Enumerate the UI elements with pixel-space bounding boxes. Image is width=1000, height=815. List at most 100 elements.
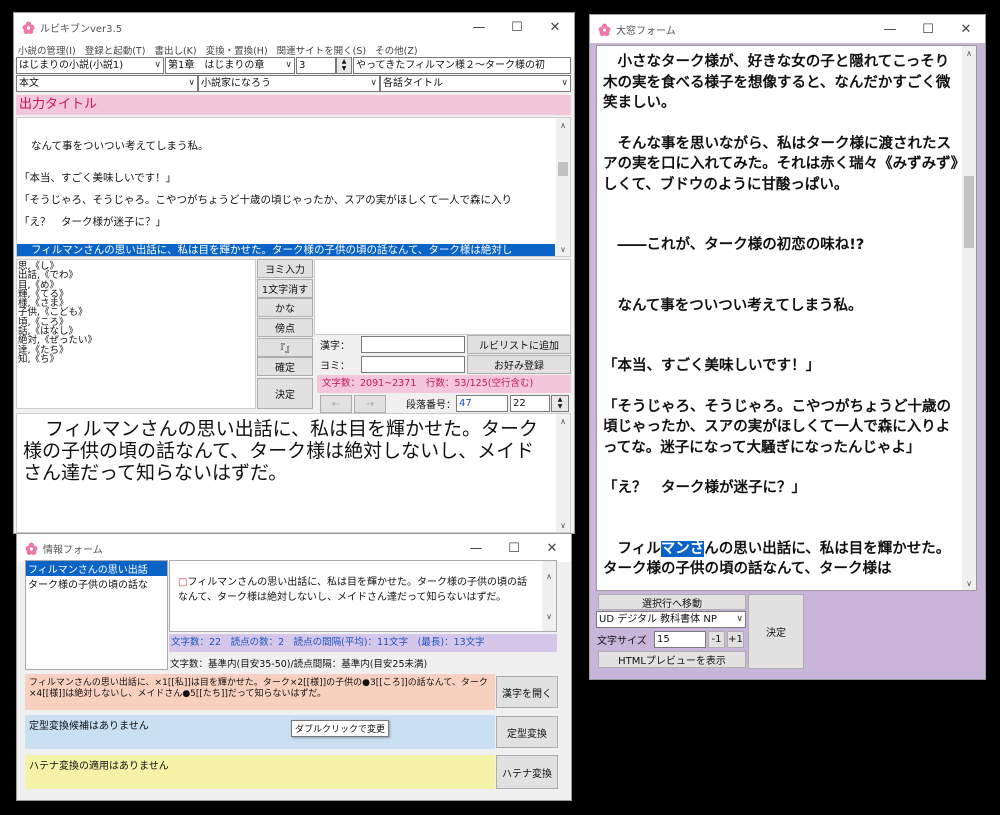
menu-other[interactable]: その他(Z): [375, 43, 417, 57]
scroll-up-icon[interactable]: ∧: [542, 569, 556, 583]
preview-text: フィルマンさんの思い出話に、私は目を輝かせた。ターク様の子供の頃の話なんて、ター…: [23, 418, 539, 484]
scroll-up-icon[interactable]: ∧: [556, 414, 570, 428]
editor-scrollbar[interactable]: ∧ ∨: [556, 118, 570, 256]
open-kanji-button[interactable]: 漢字を開く: [496, 676, 558, 708]
kanji-box: フィルマンさんの思い出話に、×1[[私]]は目を輝かせた。ターク×2[[様]]の…: [25, 674, 495, 710]
big-text-area[interactable]: 小さなターク様が、好きな女の子と隠れてこっそり木の実を食べる様子を想像すると、な…: [596, 45, 977, 591]
sentence-scrollbar[interactable]: ∧ ∨: [542, 561, 556, 631]
part-select[interactable]: 本文 ∨: [16, 75, 198, 92]
font-size-field[interactable]: 15: [654, 631, 706, 648]
minimize-icon[interactable]: —: [871, 15, 909, 43]
main-titlebar: ルビキブンver3.5 — ☐ ✕: [14, 13, 574, 41]
big-paragraph-current: フィルマンさんの思い出話に、私は目を輝かせた。ターク様の子供の頃の話なんて、ター…: [603, 539, 959, 580]
menu-sites[interactable]: 関連サイトを開く(S): [277, 43, 366, 57]
big-scrollbar[interactable]: ∧ ∨: [962, 46, 976, 590]
episode-title-field[interactable]: やってきたフィルマン様２〜ターク様の初: [353, 57, 571, 74]
sentence-list[interactable]: フィルマンさんの思い出話 ターク様の子供の頃の話な: [25, 560, 168, 670]
yomi-field[interactable]: [361, 356, 465, 373]
bouten-button[interactable]: 傍点: [257, 318, 313, 337]
prev-arrow-icon[interactable]: ←: [320, 395, 352, 413]
menu-novel-manage[interactable]: 小説の管理(I): [18, 43, 76, 57]
tooltip: ダブルクリックで変更: [291, 720, 390, 737]
list-item-text: ターク様の子供の頃の話な: [28, 580, 148, 591]
scroll-up-icon[interactable]: ∧: [556, 118, 570, 132]
move-to-line-button[interactable]: 選択行へ移動: [598, 594, 746, 610]
close-icon[interactable]: ✕: [536, 13, 574, 41]
decide-button[interactable]: 決定: [257, 378, 313, 409]
big-window: 大窓フォーム — ☐ ✕ 小さなターク様が、好きな女の子と隠れてこっそり木の実を…: [589, 14, 986, 680]
minimize-icon[interactable]: —: [457, 534, 495, 562]
next-arrow-icon[interactable]: →: [354, 395, 386, 413]
ruby-list-item[interactable]: 知,《ち》: [18, 355, 255, 365]
menu-export[interactable]: 書出し(K): [154, 43, 196, 57]
confirm-button[interactable]: 確定: [257, 357, 313, 376]
big-decide-button[interactable]: 決定: [748, 594, 804, 669]
kanji-label: 漢字：: [320, 341, 350, 352]
kana-button[interactable]: かな: [257, 298, 313, 317]
maximize-icon[interactable]: ☐: [909, 15, 947, 43]
hatena-box: ハテナ変換の適用はありません: [25, 755, 495, 789]
chevron-down-icon: ∨: [154, 60, 161, 70]
chevron-down-icon: ∨: [285, 60, 292, 70]
menu-convert[interactable]: 変換・置換(H): [206, 43, 268, 57]
delete-char-button[interactable]: 1文字消す: [257, 279, 313, 298]
preview-area[interactable]: フィルマンさんの思い出話に、私は目を輝かせた。ターク様の子供の頃の話なんて、ター…: [16, 413, 571, 533]
count-text: 文字数：2091~2371 行数：53/125(空行含む): [322, 378, 534, 389]
ruby-edit-area: [314, 259, 571, 335]
font-size-value: 15: [657, 634, 670, 645]
paragraph-number-field[interactable]: 47: [456, 395, 508, 412]
preview-scrollbar[interactable]: ∧ ∨: [556, 414, 570, 532]
chevron-down-icon: ∨: [188, 78, 195, 88]
site-select[interactable]: 小説家になろう ∨: [198, 75, 380, 92]
big-paragraph: なんて事をついつい考えてしまう私。: [603, 297, 863, 314]
add-ruby-button[interactable]: ルビリストに追加: [467, 335, 571, 354]
paragraph-spinner[interactable]: ▲ ▼: [551, 395, 569, 412]
text-editor[interactable]: なんて事をついつい考えてしまう私。 「本当、すごく美味しいです！」 「そうじゃろ…: [16, 117, 571, 257]
list-item[interactable]: フィルマンさんの思い出話: [26, 561, 167, 576]
scroll-down-icon[interactable]: ∨: [556, 242, 570, 256]
episode-spinner[interactable]: ▲ ▼: [336, 57, 352, 74]
list-item[interactable]: ターク様の子供の頃の話な: [26, 576, 167, 591]
font-select[interactable]: UD デジタル 教科書体 NP ∨: [596, 611, 746, 628]
size-minus-button[interactable]: -1: [708, 631, 725, 648]
scroll-down-icon[interactable]: ∨: [542, 609, 556, 623]
big-paragraph: 「え？ ターク様が迷子に？」: [603, 480, 806, 496]
flower-icon: [25, 542, 38, 555]
chevron-down-icon: ∨: [561, 78, 568, 88]
flower-icon: [598, 23, 611, 36]
sentence-box[interactable]: □フィルマンさんの思い出話に、私は目を輝かせた。ターク様の子供の頃の話なんて、タ…: [169, 560, 557, 632]
output-title-bar[interactable]: 出力タイトル: [16, 95, 571, 115]
yomi-input-button[interactable]: ヨミ入力: [257, 259, 313, 278]
scroll-thumb[interactable]: [964, 176, 974, 248]
html-preview-button[interactable]: HTMLプレビューを表示: [598, 651, 746, 668]
favorite-register-button[interactable]: お好み登録: [467, 355, 571, 374]
chapter-select-value: 第1章 はじまりの章: [168, 60, 265, 71]
brackets-button[interactable]: 『』: [257, 338, 313, 357]
kanji-field[interactable]: [361, 336, 465, 353]
close-icon[interactable]: ✕: [947, 15, 985, 43]
ruby-list[interactable]: 思,《し》 出話,《でわ》 目,《め》 輝,《てる》 様,《さま》 子供,《こども》 頃,《…: [16, 259, 256, 409]
episode-number-value: 3: [299, 60, 306, 71]
count-bar: 文字数：2091~2371 行数：53/125(空行含む): [317, 375, 571, 393]
paragraph-total-field[interactable]: 22: [510, 395, 550, 412]
info-title: 情報フォーム: [43, 544, 103, 556]
maximize-icon[interactable]: ☐: [495, 534, 533, 562]
scroll-up-icon[interactable]: ∧: [962, 46, 976, 60]
episode-number-field[interactable]: 3: [296, 57, 336, 74]
editor-selected-line[interactable]: フィルマンさんの思い出話に、私は目を輝かせた。ターク様の子供の頃の話なんて、ター…: [17, 244, 555, 256]
hatena-convert-button[interactable]: ハテナ変換: [496, 755, 558, 789]
title-mode-select[interactable]: 各話タイトル ∨: [380, 75, 571, 92]
scroll-down-icon[interactable]: ∨: [962, 576, 976, 590]
size-plus-button[interactable]: +1: [727, 631, 744, 648]
menu-register[interactable]: 登録と起動(T): [85, 43, 146, 57]
novel-select[interactable]: はじまりの小説(小説1) ∨: [16, 57, 164, 74]
minimize-icon[interactable]: —: [460, 13, 498, 41]
maximize-icon[interactable]: ☐: [498, 13, 536, 41]
scroll-down-icon[interactable]: ∨: [556, 518, 570, 532]
chapter-select[interactable]: 第1章 はじまりの章 ∨: [165, 57, 295, 74]
scroll-thumb[interactable]: [558, 162, 568, 176]
sentence-text: □フィルマンさんの思い出話に、私は目を輝かせた。ターク様の子供の頃の話なんて、タ…: [178, 575, 530, 605]
close-icon[interactable]: ✕: [533, 534, 571, 562]
fixed-convert-button[interactable]: 定型変換: [496, 716, 558, 748]
big-paragraph: ――これが、ターク様の初恋の味ね!?: [603, 237, 865, 253]
